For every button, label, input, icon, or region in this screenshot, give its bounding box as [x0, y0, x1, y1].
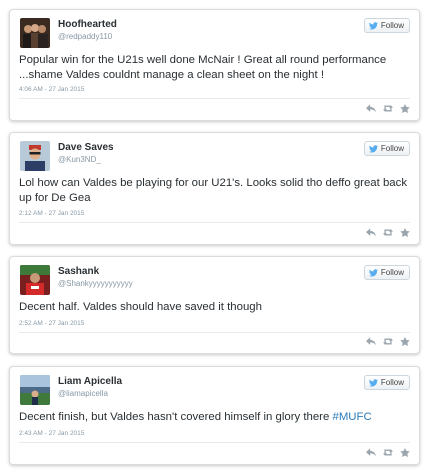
tweet-text: Lol how can Valdes be playing for our U2… [19, 177, 408, 204]
tweet-actions [366, 448, 410, 457]
tweet-actions [366, 104, 410, 113]
tweet-timestamp[interactable]: 2:43 AM - 27 Jan 2015 [19, 430, 84, 437]
display-name[interactable]: Liam Apicella [58, 376, 122, 387]
user-handle[interactable]: @redpaddy110 [58, 32, 112, 41]
tweet-feed: Hoofhearted @redpaddy110 Follow Popular … [0, 0, 433, 475]
twitter-bird-icon [368, 378, 378, 387]
follow-button[interactable]: Follow [363, 18, 410, 33]
tweet-card: Hoofhearted @redpaddy110 Follow Popular … [9, 9, 420, 121]
display-name[interactable]: Dave Saves [58, 142, 114, 153]
user-handle[interactable]: @Shankyyyyyyyyyyy [58, 279, 133, 288]
favorite-star-icon[interactable] [400, 448, 410, 457]
display-name[interactable]: Hoofhearted [58, 19, 117, 30]
twitter-bird-icon [368, 144, 378, 153]
follow-label: Follow [380, 378, 404, 387]
tweet-card: Sashank @Shankyyyyyyyyyyy Follow Decent … [9, 256, 420, 354]
retweet-icon[interactable] [383, 228, 393, 237]
tweet-timestamp[interactable]: 4:06 AM - 27 Jan 2015 [19, 86, 84, 93]
follow-label: Follow [380, 144, 404, 153]
hashtag-link[interactable]: #MUFC [332, 411, 371, 423]
twitter-bird-icon [368, 268, 378, 277]
reply-icon[interactable] [366, 104, 376, 113]
retweet-icon[interactable] [383, 337, 393, 346]
divider [19, 442, 410, 443]
favorite-star-icon[interactable] [400, 104, 410, 113]
reply-icon[interactable] [366, 228, 376, 237]
follow-button[interactable]: Follow [363, 375, 410, 390]
retweet-icon[interactable] [383, 104, 393, 113]
avatar[interactable] [20, 375, 50, 405]
user-handle[interactable]: @liamapicella [58, 389, 108, 398]
divider [19, 98, 410, 99]
follow-label: Follow [380, 21, 404, 30]
avatar[interactable] [20, 265, 50, 295]
divider [19, 222, 410, 223]
favorite-star-icon[interactable] [400, 337, 410, 346]
tweet-text: Decent half. Valdes should have saved it… [19, 301, 262, 313]
tweet-actions [366, 228, 410, 237]
tweet-text: Popular win for the U21s well done McNai… [19, 54, 387, 81]
tweet-timestamp[interactable]: 2:12 AM - 27 Jan 2015 [19, 210, 84, 217]
tweet-card: Dave Saves @Kun3ND_ Follow Lol how can V… [9, 132, 420, 245]
tweet-card: Liam Apicella @liamapicella Follow Decen… [9, 366, 420, 465]
avatar[interactable] [20, 18, 50, 48]
display-name[interactable]: Sashank [58, 266, 99, 277]
tweet-timestamp[interactable]: 2:52 AM - 27 Jan 2015 [19, 320, 84, 327]
tweet-text-body: Decent finish, but Valdes hasn't covered… [19, 411, 333, 423]
divider [19, 332, 410, 333]
follow-button[interactable]: Follow [363, 265, 410, 280]
favorite-star-icon[interactable] [400, 228, 410, 237]
tweet-text: Decent finish, but Valdes hasn't covered… [19, 410, 407, 425]
retweet-icon[interactable] [383, 448, 393, 457]
user-handle[interactable]: @Kun3ND_ [58, 155, 101, 164]
twitter-bird-icon [368, 21, 378, 30]
follow-button[interactable]: Follow [363, 141, 410, 156]
avatar[interactable] [20, 141, 50, 171]
follow-label: Follow [380, 268, 404, 277]
reply-icon[interactable] [366, 337, 376, 346]
reply-icon[interactable] [366, 448, 376, 457]
tweet-actions [366, 337, 410, 346]
